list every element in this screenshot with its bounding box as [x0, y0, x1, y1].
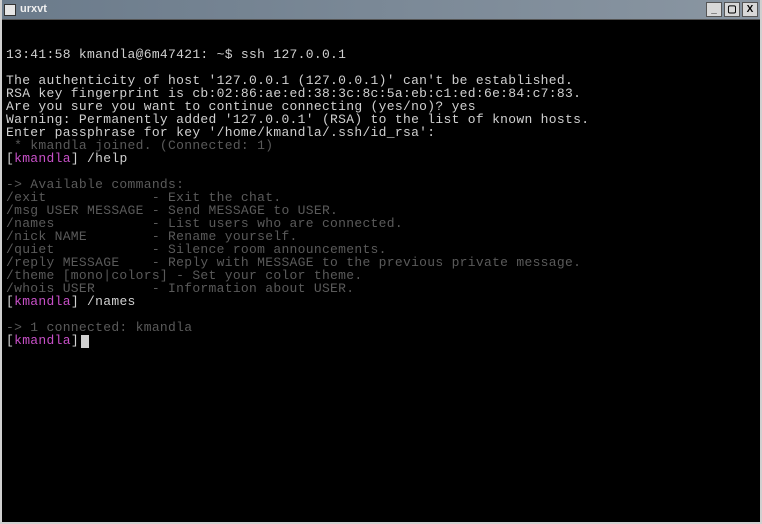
window-icon: [4, 4, 16, 16]
window-controls: _ ▢ X: [706, 2, 758, 17]
bracket: [: [6, 333, 14, 348]
chat-cmd-names: /names: [79, 294, 136, 309]
titlebar[interactable]: urxvt _ ▢ X: [2, 0, 760, 20]
maximize-button[interactable]: ▢: [724, 2, 740, 17]
bracket: ]: [71, 333, 79, 348]
close-button[interactable]: X: [742, 2, 758, 17]
chat-username: kmandla: [14, 151, 71, 166]
cursor-block: [81, 335, 89, 348]
minimize-button[interactable]: _: [706, 2, 722, 17]
bracket: [: [6, 151, 14, 166]
chat-cmd-help: /help: [79, 151, 128, 166]
shell-prompt-line: 13:41:58 kmandla@6m47421: ~$ ssh 127.0.0…: [6, 47, 346, 62]
chat-username: kmandla: [14, 294, 71, 309]
window-title: urxvt: [20, 4, 47, 15]
bracket: ]: [71, 294, 79, 309]
bracket: [: [6, 294, 14, 309]
titlebar-left: urxvt: [4, 4, 47, 16]
terminal[interactable]: 13:41:58 kmandla@6m47421: ~$ ssh 127.0.0…: [2, 20, 760, 522]
chat-username: kmandla: [14, 333, 71, 348]
bracket: ]: [71, 151, 79, 166]
window: urxvt _ ▢ X 13:41:58 kmandla@6m47421: ~$…: [0, 0, 762, 524]
